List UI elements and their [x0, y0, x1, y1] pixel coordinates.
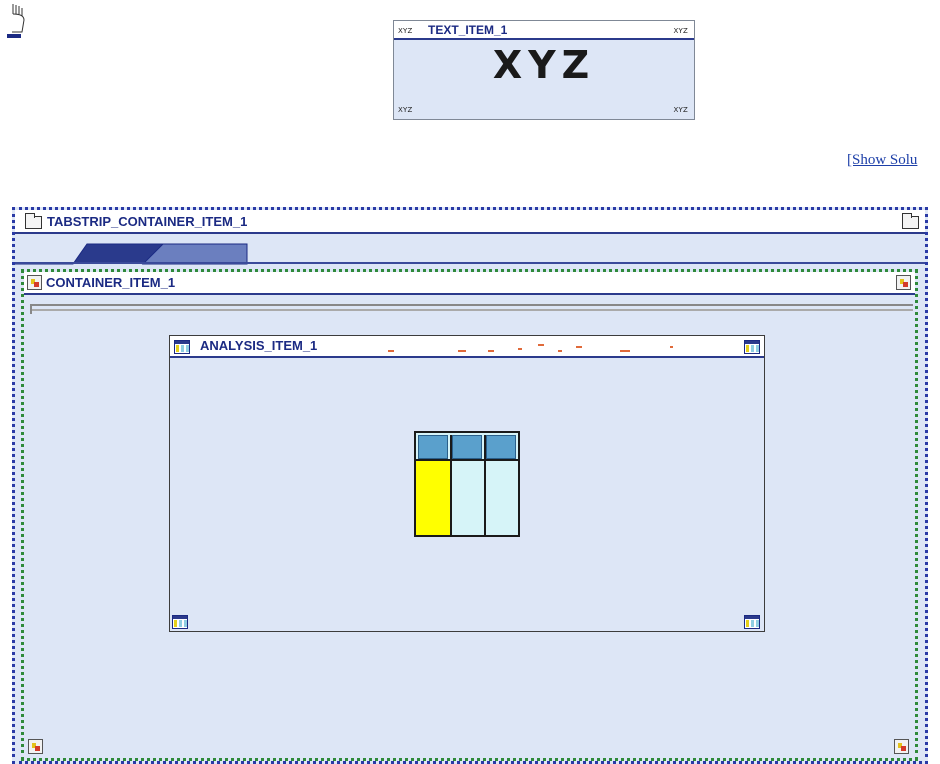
- analysis-item[interactable]: ANALYSIS_ITEM_1: [169, 335, 765, 632]
- text-item-corner-bottom-right: XYZ: [673, 106, 688, 114]
- tabstrip-header[interactable]: TABSTRIP_CONTAINER_ITEM_1: [15, 210, 925, 234]
- tabstrip-container[interactable]: TABSTRIP_CONTAINER_ITEM_1 CONTAINER_ITEM…: [12, 207, 928, 764]
- tabstrip-title: TABSTRIP_CONTAINER_ITEM_1: [47, 214, 248, 229]
- analysis-header[interactable]: ANALYSIS_ITEM_1: [170, 336, 764, 358]
- container-header[interactable]: CONTAINER_ITEM_1: [24, 272, 915, 295]
- tab-1: [15, 243, 164, 265]
- table-grid-icon: [172, 615, 188, 629]
- hand-cursor-icon: [7, 4, 25, 38]
- table-icon: [414, 431, 520, 537]
- text-item-header[interactable]: XYZ TEXT_ITEM_1 XYZ: [394, 21, 694, 40]
- folder-icon: [25, 213, 42, 229]
- folder-icon: [902, 213, 919, 229]
- text-item-title: TEXT_ITEM_1: [428, 23, 508, 37]
- text-item-widget[interactable]: XYZ TEXT_ITEM_1 XYZ XYZ XYZ XYZ: [393, 20, 695, 120]
- tab-row: [15, 236, 925, 266]
- container-title: CONTAINER_ITEM_1: [46, 275, 176, 290]
- container-doc-icon: [28, 739, 43, 754]
- text-item-display-text: XYZ: [492, 43, 596, 87]
- render-artifacts: [388, 344, 673, 352]
- table-grid-icon: [744, 615, 760, 629]
- tab-baseline: [15, 262, 925, 264]
- text-item-corner-top-right: XYZ: [673, 27, 688, 35]
- table-grid-icon: [744, 340, 760, 354]
- inner-scroll-bar: [30, 304, 913, 314]
- container-doc-icon: [894, 739, 909, 754]
- container-doc-icon: [896, 275, 911, 290]
- table-grid-icon: [174, 340, 190, 354]
- container-item[interactable]: CONTAINER_ITEM_1 ANALYSIS_ITEM_1: [21, 269, 918, 761]
- analysis-title: ANALYSIS_ITEM_1: [200, 338, 318, 353]
- text-item-corner-bottom-left: XYZ: [398, 106, 413, 114]
- container-doc-icon: [27, 275, 42, 290]
- text-item-corner-top-left: XYZ: [398, 27, 413, 35]
- show-solution-link[interactable]: [Show Solu: [847, 152, 917, 169]
